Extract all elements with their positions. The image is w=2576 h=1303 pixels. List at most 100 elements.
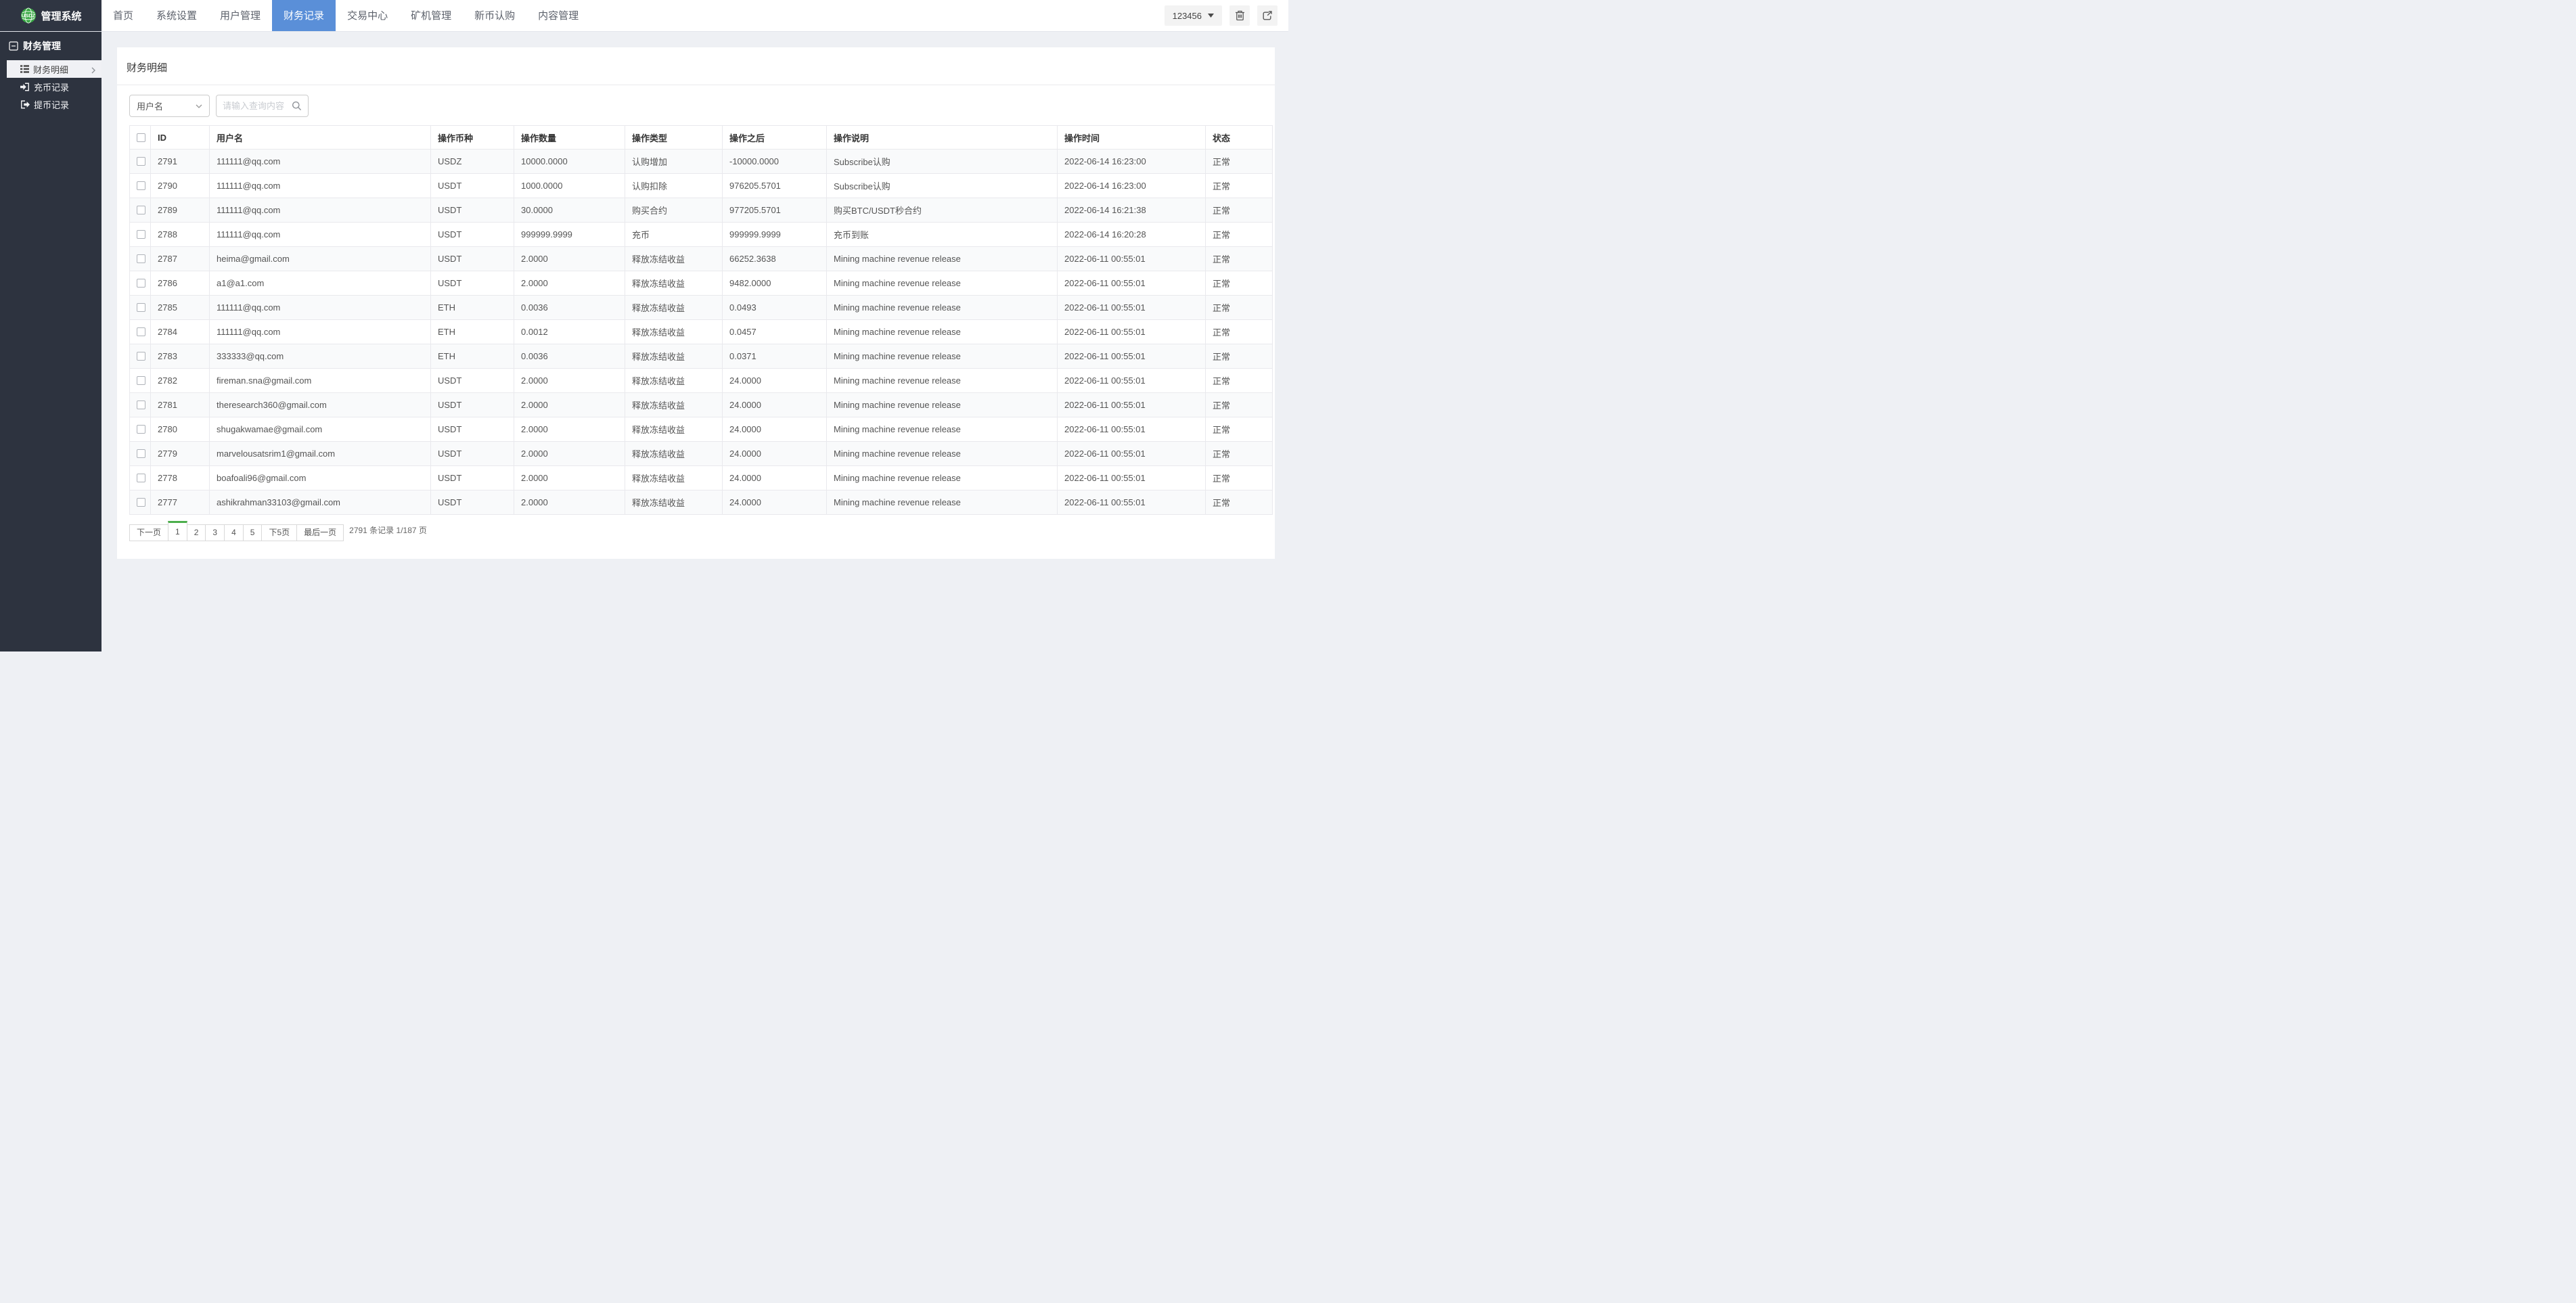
cell-user: theresearch360@gmail.com	[209, 392, 431, 417]
cell-id: 2791	[150, 149, 210, 174]
row-checkbox[interactable]	[137, 401, 145, 409]
row-checkbox[interactable]	[137, 230, 145, 239]
nav-item-4[interactable]: 财务记录	[272, 0, 336, 31]
cell-id: 2787	[150, 246, 210, 271]
cell-note: Mining machine revenue release	[826, 368, 1058, 393]
nav-item-6[interactable]: 矿机管理	[399, 0, 463, 31]
cell-type: 释放冻结收益	[625, 392, 723, 417]
cell-coin: USDT	[430, 392, 514, 417]
cell-time: 2022-06-11 00:55:01	[1057, 368, 1206, 393]
cell-status: 正常	[1205, 295, 1273, 320]
page-button-下5页[interactable]: 下5页	[261, 524, 298, 541]
cell-after: 66252.3638	[722, 246, 827, 271]
cell-status: 正常	[1205, 417, 1273, 442]
cell-coin: USDT	[430, 173, 514, 198]
row-checkbox[interactable]	[137, 474, 145, 482]
trash-button[interactable]	[1229, 5, 1250, 26]
sidebar-item-1[interactable]: 财务明细	[7, 60, 101, 78]
nav-item-8[interactable]: 内容管理	[526, 0, 590, 31]
row-checkbox[interactable]	[137, 157, 145, 166]
column-header-4: 操作数量	[514, 125, 625, 150]
sidebar-section-header[interactable]: 财务管理	[0, 39, 101, 60]
cell-coin: USDT	[430, 490, 514, 515]
row-checkbox-cell	[129, 173, 151, 198]
row-checkbox[interactable]	[137, 425, 145, 434]
page-title: 财务明细	[127, 62, 168, 74]
row-checkbox[interactable]	[137, 254, 145, 263]
page-button-2[interactable]: 2	[186, 524, 206, 541]
cell-coin: USDT	[430, 417, 514, 442]
cell-after: 0.0493	[722, 295, 827, 320]
cell-after: 24.0000	[722, 368, 827, 393]
cell-status: 正常	[1205, 149, 1273, 174]
cell-coin: USDT	[430, 465, 514, 490]
nav-item-1[interactable]: 首页	[101, 0, 145, 31]
row-checkbox[interactable]	[137, 303, 145, 312]
table-row: 2783 333333@qq.com ETH 0.0036 释放冻结收益 0.0371 Mi…	[129, 344, 1273, 369]
cell-id: 2785	[150, 295, 210, 320]
table-row: 2778 boafoali96@gmail.com USDT 2.0000 释放冻结收益…	[129, 465, 1273, 490]
row-checkbox[interactable]	[137, 449, 145, 458]
filter-field-select[interactable]: 用户名	[129, 95, 210, 117]
cell-amount: 2.0000	[514, 368, 625, 393]
cell-time: 2022-06-11 00:55:01	[1057, 344, 1206, 369]
logout-button[interactable]	[1257, 5, 1278, 26]
row-checkbox-cell	[129, 344, 151, 369]
cell-amount: 10000.0000	[514, 149, 625, 174]
row-checkbox[interactable]	[137, 498, 145, 507]
nav-item-7[interactable]: 新币认购	[463, 0, 526, 31]
row-checkbox[interactable]	[137, 206, 145, 214]
sidebar-item-3[interactable]: 提币记录	[0, 95, 101, 113]
row-checkbox-cell	[129, 246, 151, 271]
column-header-2: 用户名	[209, 125, 431, 150]
page-button-最后一页[interactable]: 最后一页	[296, 524, 344, 541]
cell-id: 2788	[150, 222, 210, 247]
cell-time: 2022-06-14 16:20:28	[1057, 222, 1206, 247]
row-checkbox[interactable]	[137, 279, 145, 288]
column-header-5: 操作类型	[625, 125, 723, 150]
cell-status: 正常	[1205, 198, 1273, 223]
row-checkbox[interactable]	[137, 352, 145, 361]
page-button-5[interactable]: 5	[242, 524, 263, 541]
page-button-1[interactable]: 1	[168, 521, 187, 541]
cell-note: Subscribe认购	[826, 173, 1058, 198]
search-icon[interactable]	[292, 101, 302, 111]
sidebar-item-2[interactable]: 充币记录	[0, 78, 101, 95]
svg-text:USDZ: USDZ	[22, 13, 36, 19]
cell-time: 2022-06-11 00:55:01	[1057, 465, 1206, 490]
search-input[interactable]	[223, 101, 292, 111]
user-dropdown-label: 123456	[1172, 10, 1202, 21]
trash-icon	[1235, 10, 1245, 21]
cell-after: 9482.0000	[722, 271, 827, 296]
column-header-8: 操作时间	[1057, 125, 1206, 150]
column-header-3: 操作币种	[430, 125, 514, 150]
cell-note: Mining machine revenue release	[826, 441, 1058, 466]
cell-coin: USDT	[430, 222, 514, 247]
cell-coin: USDZ	[430, 149, 514, 174]
page-button-4[interactable]: 4	[224, 524, 244, 541]
nav-item-3[interactable]: 用户管理	[208, 0, 272, 31]
cell-user: 333333@qq.com	[209, 344, 431, 369]
page-button-下一页[interactable]: 下一页	[129, 524, 169, 541]
cell-after: 999999.9999	[722, 222, 827, 247]
cell-note: Mining machine revenue release	[826, 319, 1058, 344]
table-row: 2781 theresearch360@gmail.com USDT 2.0000 释放…	[129, 392, 1273, 417]
table-row: 2789 111111@qq.com USDT 30.0000 购买合约 977205.5…	[129, 198, 1273, 223]
select-all-checkbox[interactable]	[137, 133, 145, 142]
cell-status: 正常	[1205, 319, 1273, 344]
cell-id: 2782	[150, 368, 210, 393]
nav-item-2[interactable]: 系统设置	[145, 0, 208, 31]
row-checkbox[interactable]	[137, 376, 145, 385]
cell-user: 111111@qq.com	[209, 222, 431, 247]
cell-id: 2781	[150, 392, 210, 417]
cell-type: 释放冻结收益	[625, 441, 723, 466]
cell-user: 111111@qq.com	[209, 173, 431, 198]
nav-item-5[interactable]: 交易中心	[336, 0, 399, 31]
user-dropdown-button[interactable]: 123456	[1164, 5, 1222, 26]
cell-amount: 0.0036	[514, 295, 625, 320]
globe-logo-icon: USDZ	[20, 7, 37, 24]
row-checkbox[interactable]	[137, 181, 145, 190]
cell-status: 正常	[1205, 392, 1273, 417]
row-checkbox[interactable]	[137, 327, 145, 336]
page-button-3[interactable]: 3	[205, 524, 225, 541]
